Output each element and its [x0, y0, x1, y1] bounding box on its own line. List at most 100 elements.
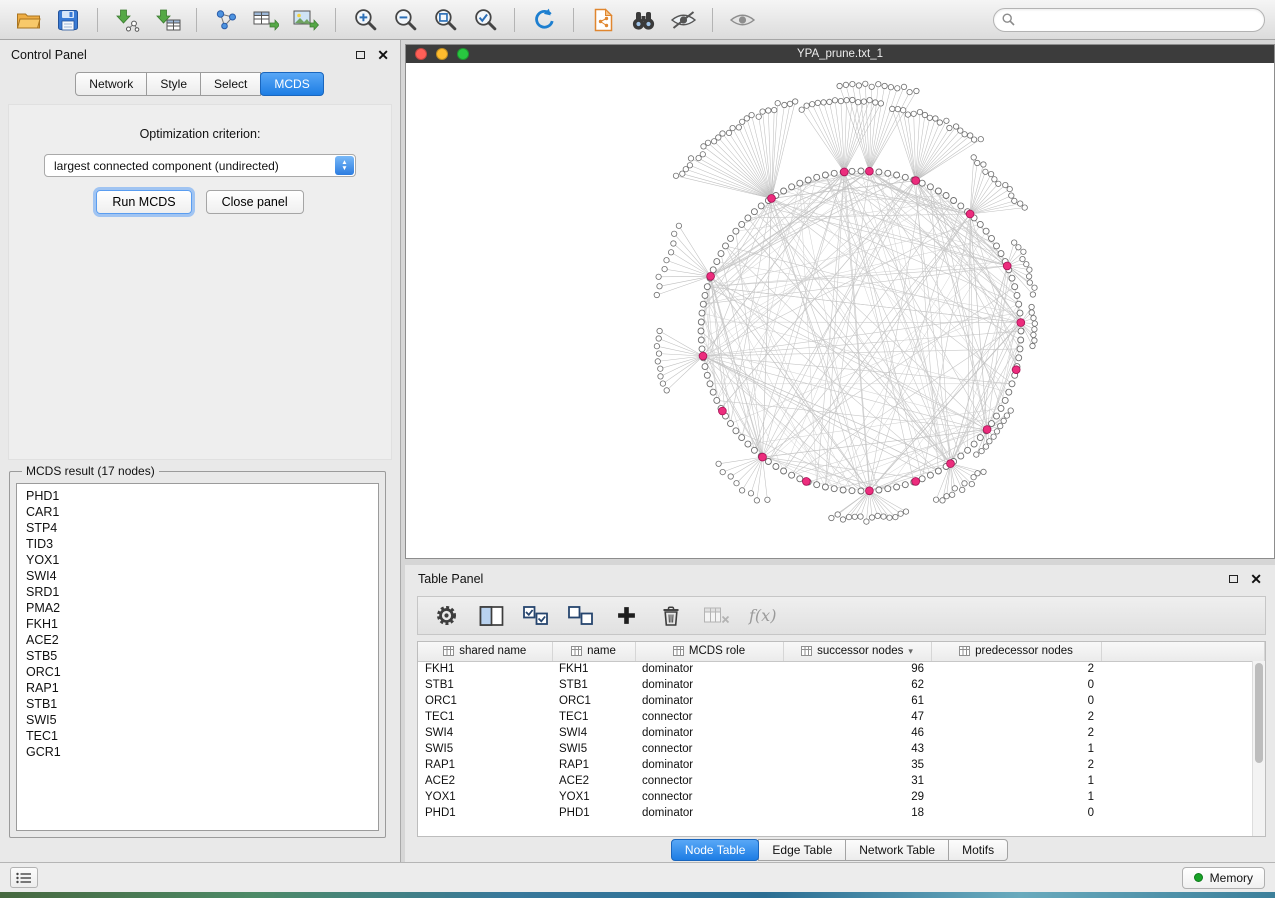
table-cell[interactable]: 0: [931, 693, 1101, 709]
mcds-result-item[interactable]: PHD1: [26, 488, 369, 504]
table-cell[interactable]: dominator: [635, 661, 783, 677]
network-node[interactable]: [745, 441, 751, 447]
network-node[interactable]: [958, 453, 964, 459]
mcds-result-item[interactable]: RAP1: [26, 680, 369, 696]
clear-table-button[interactable]: [703, 602, 730, 630]
mcds-result-item[interactable]: YOX1: [26, 552, 369, 568]
network-node[interactable]: [772, 107, 777, 112]
network-node[interactable]: [656, 274, 661, 279]
mcds-result-item[interactable]: STB1: [26, 696, 369, 712]
network-node[interactable]: [714, 259, 720, 265]
network-node[interactable]: [994, 243, 1000, 249]
network-node[interactable]: [1016, 355, 1022, 361]
network-node[interactable]: [716, 461, 721, 466]
network-node[interactable]: [861, 99, 866, 104]
tab-style[interactable]: Style: [146, 72, 201, 96]
network-node[interactable]: [977, 435, 983, 441]
table-cell[interactable]: FKH1: [552, 661, 635, 677]
network-node[interactable]: [739, 435, 745, 441]
network-node[interactable]: [844, 98, 849, 103]
network-node[interactable]: [901, 84, 906, 89]
table-cell[interactable]: 2: [931, 725, 1101, 741]
table-cell[interactable]: 35: [783, 757, 931, 773]
network-node[interactable]: [673, 173, 678, 178]
network-node[interactable]: [718, 251, 724, 257]
table-cell[interactable]: 0: [931, 805, 1101, 821]
network-node[interactable]: [781, 468, 787, 474]
network-node[interactable]: [687, 163, 692, 168]
network-node[interactable]: [766, 108, 771, 113]
network-node[interactable]: [852, 514, 857, 519]
network-node[interactable]: [751, 209, 757, 215]
network-node[interactable]: [994, 413, 1000, 419]
network-node[interactable]: [698, 328, 704, 334]
network-node[interactable]: [983, 444, 988, 449]
eye-button[interactable]: [724, 5, 760, 35]
network-node[interactable]: [835, 512, 840, 517]
network-node[interactable]: [869, 84, 874, 89]
network-node[interactable]: [726, 130, 731, 135]
network-node[interactable]: [657, 328, 662, 333]
network-node[interactable]: [734, 481, 739, 486]
network-node[interactable]: [832, 98, 837, 103]
network-node[interactable]: [700, 152, 705, 157]
network-node[interactable]: [660, 381, 665, 386]
network-node[interactable]: [739, 488, 744, 493]
network-node[interactable]: [894, 172, 900, 178]
network-node[interactable]: [704, 284, 710, 290]
network-node[interactable]: [1027, 280, 1032, 285]
table-cell[interactable]: ACE2: [418, 773, 552, 789]
network-node[interactable]: [1004, 413, 1009, 418]
network-dominator-node[interactable]: [983, 426, 991, 434]
network-node[interactable]: [940, 498, 945, 503]
network-node[interactable]: [815, 100, 820, 105]
run-mcds-button[interactable]: Run MCDS: [96, 190, 191, 214]
mcds-result-item[interactable]: ORC1: [26, 664, 369, 680]
network-node[interactable]: [902, 174, 908, 180]
network-node[interactable]: [1017, 346, 1023, 352]
search-input[interactable]: [1021, 13, 1256, 27]
network-node[interactable]: [987, 439, 992, 444]
network-node[interactable]: [927, 115, 932, 120]
network-node[interactable]: [971, 137, 976, 142]
table-cell[interactable]: PHD1: [418, 805, 552, 821]
network-node[interactable]: [720, 131, 725, 136]
network-node[interactable]: [701, 144, 706, 149]
zoom-selected-button[interactable]: [467, 5, 503, 35]
maximize-window-button[interactable]: [457, 48, 469, 60]
network-node[interactable]: [898, 511, 903, 516]
network-node[interactable]: [895, 106, 900, 111]
table-cell[interactable]: connector: [635, 789, 783, 805]
network-node[interactable]: [998, 405, 1004, 411]
network-dominator-node[interactable]: [707, 272, 715, 280]
network-node[interactable]: [805, 177, 811, 183]
network-node[interactable]: [688, 156, 693, 161]
network-node[interactable]: [654, 344, 659, 349]
table-row[interactable]: YOX1YOX1connector291: [418, 789, 1265, 805]
network-node[interactable]: [707, 381, 713, 387]
network-node[interactable]: [773, 464, 779, 470]
network-node[interactable]: [1031, 332, 1036, 337]
column-header-name[interactable]: name: [552, 642, 635, 661]
network-node[interactable]: [782, 102, 787, 107]
network-node[interactable]: [765, 459, 771, 465]
table-cell[interactable]: 62: [783, 677, 931, 693]
network-node[interactable]: [919, 476, 925, 482]
network-node[interactable]: [988, 171, 993, 176]
close-panel-button[interactable]: Close panel: [206, 190, 304, 214]
network-node[interactable]: [858, 514, 863, 519]
table-cell[interactable]: TEC1: [552, 709, 635, 725]
network-node[interactable]: [730, 125, 735, 130]
mcds-result-item[interactable]: STB5: [26, 648, 369, 664]
network-node[interactable]: [887, 515, 892, 520]
network-node[interactable]: [1012, 240, 1017, 245]
network-node[interactable]: [1012, 198, 1017, 203]
table-row[interactable]: ACE2ACE2connector311: [418, 773, 1265, 789]
network-node[interactable]: [797, 180, 803, 186]
network-node[interactable]: [821, 100, 826, 105]
network-node[interactable]: [700, 301, 706, 307]
open-folder-button[interactable]: [10, 5, 46, 35]
table-cell[interactable]: dominator: [635, 693, 783, 709]
mcds-result-item[interactable]: STP4: [26, 520, 369, 536]
mcds-result-item[interactable]: SWI5: [26, 712, 369, 728]
